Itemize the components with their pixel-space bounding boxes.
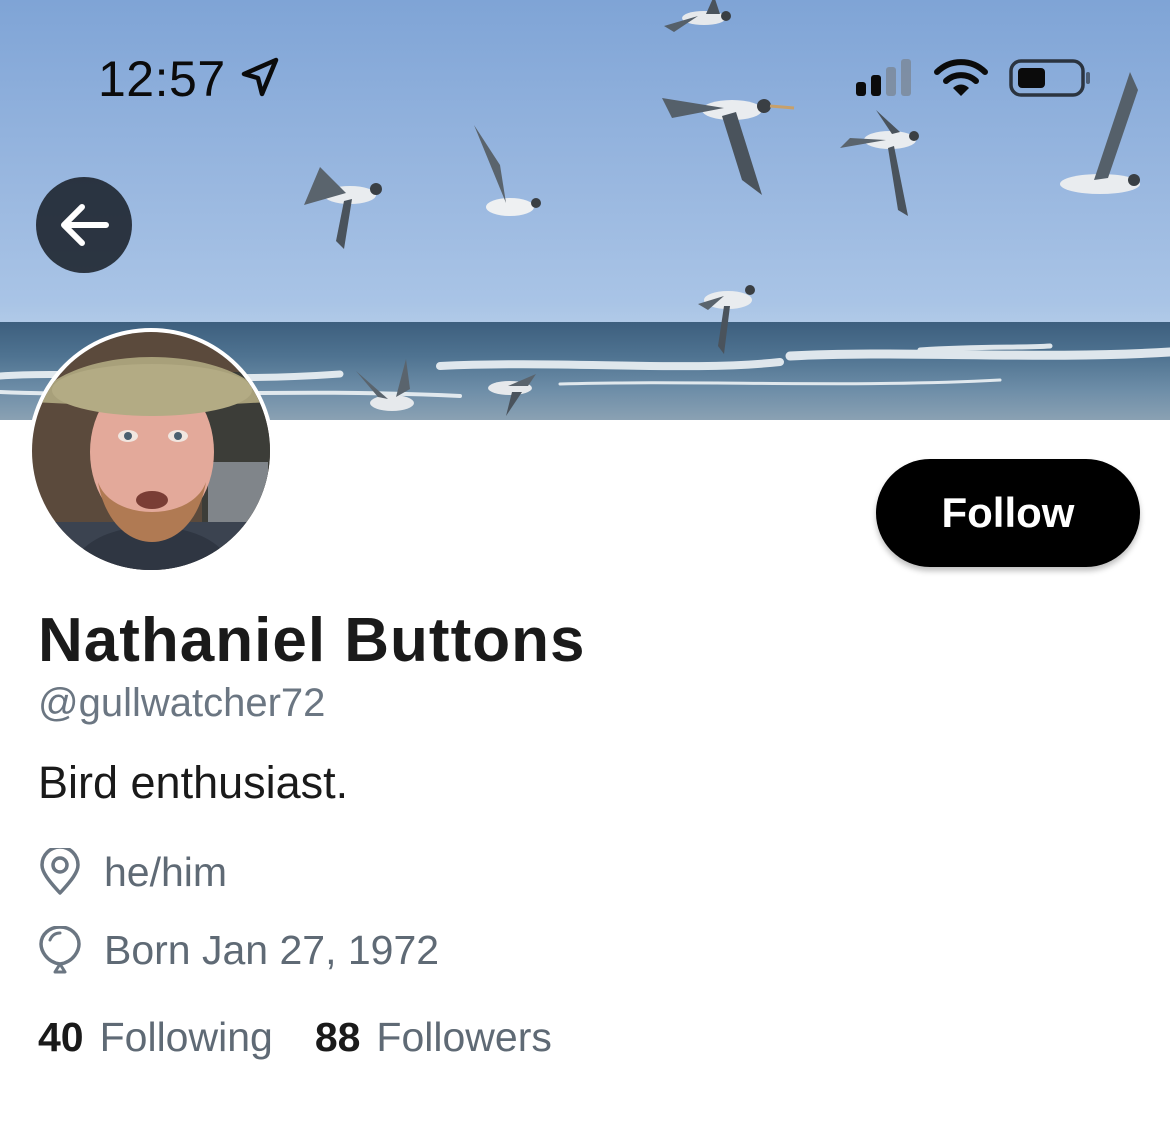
avatar[interactable] <box>28 328 274 574</box>
birthday: Born Jan 27, 1972 <box>104 926 440 973</box>
status-time: 12:57 <box>98 51 226 107</box>
follow-button[interactable]: Follow <box>876 459 1140 567</box>
battery-icon <box>1009 59 1090 97</box>
birthday-row: Born Jan 27, 1972 <box>38 926 439 974</box>
pronouns-row: he/him <box>38 848 227 896</box>
display-name: Nathaniel Buttons <box>38 606 586 675</box>
arrow-left-icon <box>61 204 109 246</box>
follow-stats: 40 Following 88 Followers <box>38 1014 552 1061</box>
pronouns: he/him <box>104 848 228 895</box>
wifi-icon <box>934 59 988 96</box>
following-label: Following <box>99 1014 273 1060</box>
avatar-photo <box>32 332 270 570</box>
back-button[interactable] <box>36 177 132 273</box>
location-arrow-icon <box>241 57 279 97</box>
followers-label: Followers <box>376 1014 552 1060</box>
location-pin-icon <box>40 848 80 895</box>
bio: Bird enthusiast. <box>38 757 349 808</box>
balloon-icon <box>39 926 81 974</box>
following-count: 40 <box>38 1014 84 1060</box>
followers-count: 88 <box>314 1014 361 1060</box>
cellular-signal-icon <box>856 59 911 96</box>
user-handle: @gullwatcher72 <box>38 681 326 725</box>
followers-link[interactable]: 88 Followers <box>315 1014 552 1061</box>
following-link[interactable]: 40 Following <box>38 1014 273 1061</box>
